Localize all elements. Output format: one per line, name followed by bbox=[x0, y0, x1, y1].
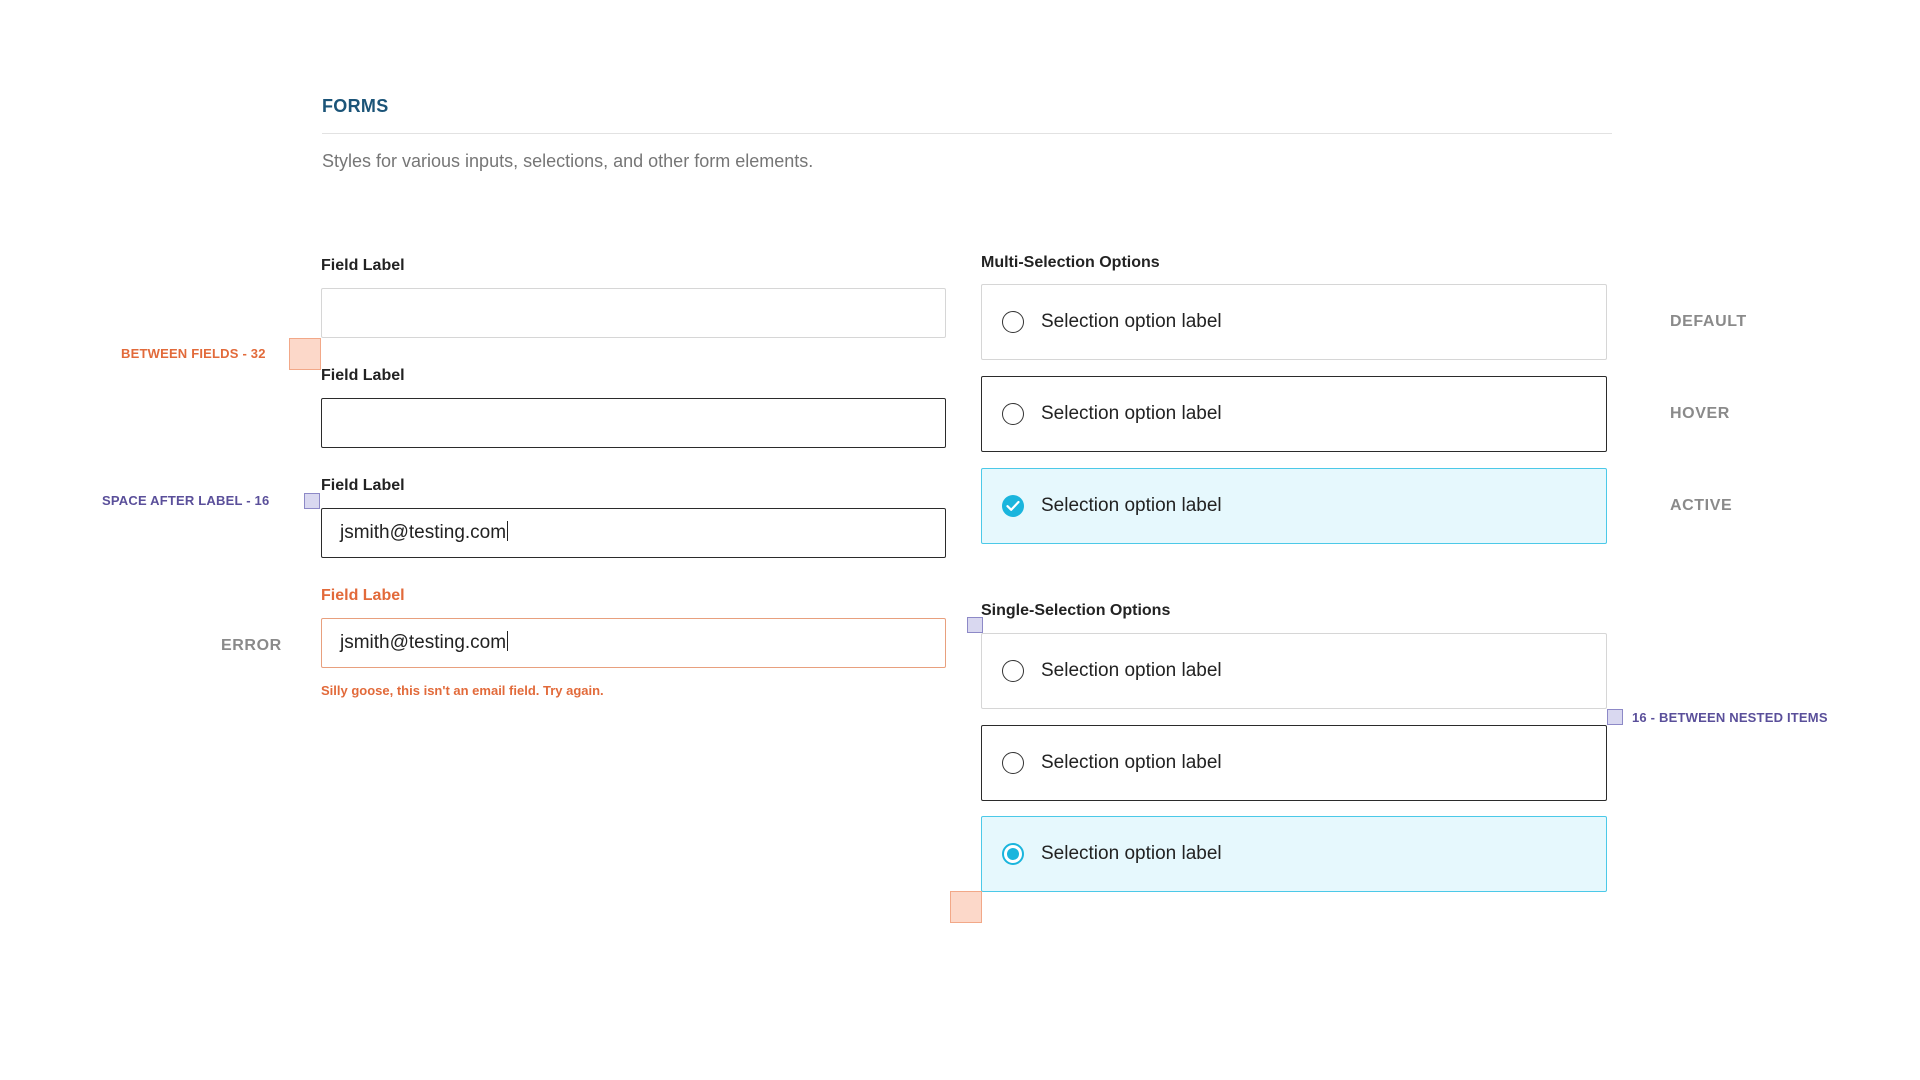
option-label: Selection option label bbox=[1041, 311, 1222, 332]
state-label-hover: HOVER bbox=[1670, 405, 1730, 422]
text-caret bbox=[507, 521, 509, 541]
text-input-hover[interactable] bbox=[321, 398, 946, 448]
field-label: Field Label bbox=[321, 257, 405, 274]
option-label: Selection option label bbox=[1041, 403, 1222, 424]
state-label-default: DEFAULT bbox=[1670, 313, 1747, 330]
radio-icon bbox=[1002, 752, 1024, 774]
single-option-hover[interactable]: Selection option label bbox=[981, 725, 1607, 801]
field-label: Field Label bbox=[321, 367, 405, 384]
multi-selection-title: Multi-Selection Options bbox=[981, 254, 1160, 271]
section-description: Styles for various inputs, selections, a… bbox=[322, 151, 814, 171]
error-message: Silly goose, this isn't an email field. … bbox=[321, 683, 604, 698]
radio-icon bbox=[1002, 660, 1024, 682]
text-input-error[interactable]: jsmith@testing.com bbox=[321, 618, 946, 668]
section-divider bbox=[322, 133, 1612, 134]
radio-icon bbox=[1002, 311, 1024, 333]
text-input-default[interactable] bbox=[321, 288, 946, 338]
radio-icon bbox=[1002, 403, 1024, 425]
section-title: FORMS bbox=[322, 96, 389, 116]
annotation-space-after-label: SPACE AFTER LABEL - 16 bbox=[102, 493, 270, 508]
option-label: Selection option label bbox=[1041, 660, 1222, 681]
field-label: Field Label bbox=[321, 477, 405, 494]
field-label-error: Field Label bbox=[321, 587, 405, 604]
radio-selected-icon bbox=[1002, 843, 1024, 865]
annotation-between-nested: 16 - BETWEEN NESTED ITEMS bbox=[1632, 710, 1828, 725]
input-value: jsmith@testing.com bbox=[340, 522, 507, 543]
single-selection-title: Single-Selection Options bbox=[981, 602, 1171, 619]
multi-option-default[interactable]: Selection option label bbox=[981, 284, 1607, 360]
option-label: Selection option label bbox=[1041, 495, 1222, 516]
state-label-active: ACTIVE bbox=[1670, 497, 1733, 514]
spacing-swatch-32 bbox=[289, 338, 321, 370]
option-label: Selection option label bbox=[1041, 843, 1222, 864]
single-option-default[interactable]: Selection option label bbox=[981, 633, 1607, 709]
multi-option-active[interactable]: Selection option label bbox=[981, 468, 1607, 544]
single-option-active[interactable]: Selection option label bbox=[981, 816, 1607, 892]
text-caret bbox=[507, 631, 509, 651]
input-value: jsmith@testing.com bbox=[340, 632, 507, 653]
spacing-swatch-16 bbox=[1607, 709, 1623, 725]
option-label: Selection option label bbox=[1041, 752, 1222, 773]
multi-option-hover[interactable]: Selection option label bbox=[981, 376, 1607, 452]
checkmark-icon bbox=[1002, 495, 1024, 517]
text-input-active[interactable]: jsmith@testing.com bbox=[321, 508, 946, 558]
state-label-error: ERROR bbox=[221, 637, 282, 654]
annotation-between-fields: BETWEEN FIELDS - 32 bbox=[121, 346, 266, 361]
spacing-swatch-32 bbox=[950, 891, 982, 923]
spacing-swatch-16 bbox=[967, 617, 983, 633]
spacing-swatch-16 bbox=[304, 493, 320, 509]
